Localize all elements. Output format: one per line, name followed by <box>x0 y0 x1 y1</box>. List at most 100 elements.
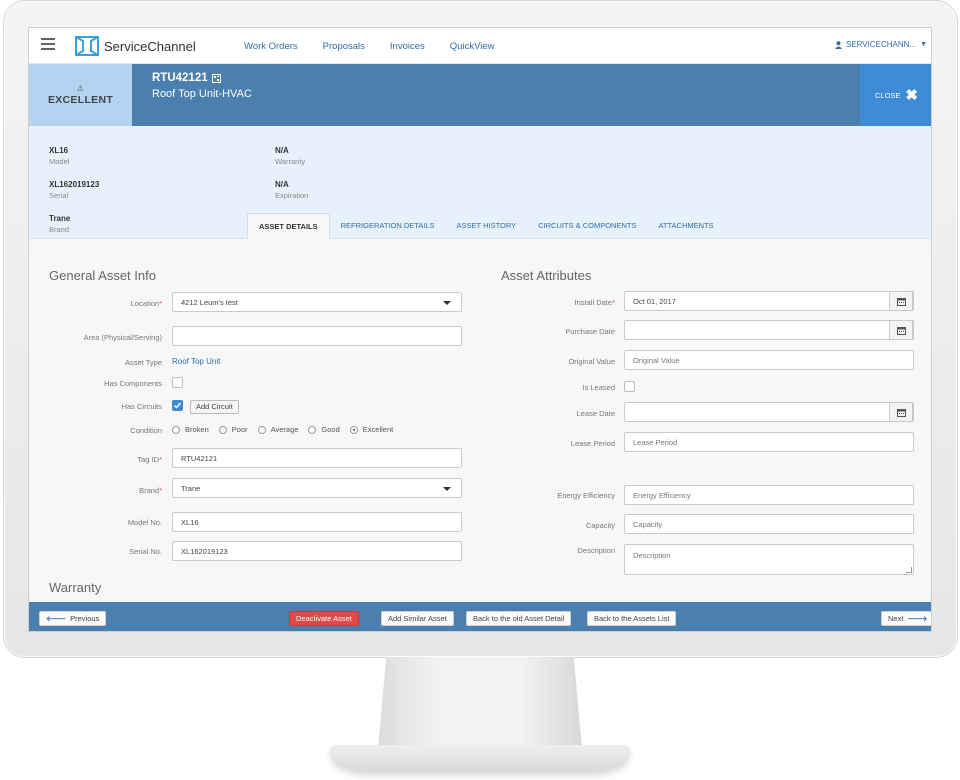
main-nav: Work Orders Proposals Invoices QuickView <box>244 28 519 64</box>
calendar-icon[interactable] <box>889 291 913 311</box>
description-textarea[interactable]: Description <box>624 544 914 575</box>
has-circuits-label: Has Circuits <box>121 402 162 411</box>
is-leased-checkbox[interactable] <box>624 381 635 392</box>
condition-option-label: Poor <box>231 425 248 434</box>
nav-work-orders[interactable]: Work Orders <box>244 41 298 52</box>
summary-warranty-value: N/A <box>275 146 289 155</box>
tab-asset-details[interactable]: ASSET DETAILS <box>247 213 330 239</box>
user-menu[interactable]: SERVICECHANN... ▼ <box>834 40 927 49</box>
location-label: Location* <box>49 299 162 308</box>
menu-icon[interactable] <box>41 38 55 50</box>
summary-brand-label: Brand <box>49 225 70 234</box>
back-to-old-asset-detail-button[interactable]: Back to the old Asset Detail <box>466 611 572 626</box>
condition-radio-broken[interactable] <box>172 425 180 434</box>
has-components-checkbox[interactable] <box>172 377 183 388</box>
caret-down-icon <box>443 301 451 305</box>
asset-type-label: Asset Type <box>125 358 162 367</box>
required-marker: * <box>159 455 162 464</box>
summary-warranty-label: Warranty <box>275 157 306 166</box>
area-label: Area (Physical/Serving) <box>83 333 162 342</box>
tag-id-input[interactable]: RTU42121 <box>172 448 462 468</box>
tag-id-label-text: Tag ID <box>137 455 160 464</box>
nav-invoices[interactable]: Invoices <box>390 41 425 52</box>
purchase-date-input[interactable] <box>624 320 914 340</box>
condition-radio-group: Broken Poor Average Good Excellent <box>172 425 403 434</box>
condition-radio-average[interactable] <box>257 425 266 434</box>
condition-radio-poor[interactable] <box>218 425 227 434</box>
brand-value: Trane <box>181 483 201 493</box>
asset-details-form: General Asset Info Location* 4212 Leum's… <box>29 240 931 602</box>
summary-brand: Trane Brand <box>49 214 70 234</box>
model-no-label: Model No. <box>127 518 162 527</box>
qr-code-icon[interactable] <box>211 73 221 83</box>
condition-radio-excellent[interactable] <box>349 425 358 434</box>
calendar-icon[interactable] <box>889 402 913 422</box>
nav-quickview[interactable]: QuickView <box>450 41 495 52</box>
location-select[interactable]: 4212 Leum's test <box>172 292 462 312</box>
install-date-label-text: Install Date <box>574 298 613 307</box>
original-value-input[interactable]: Original Value <box>624 350 914 370</box>
brand-label: Brand* <box>49 486 162 495</box>
warning-icon: ⚠ <box>76 84 85 93</box>
condition-option-label: Broken <box>185 425 209 434</box>
asset-tabs: ASSET DETAILS REFRIGERATION DETAILS ASSE… <box>247 213 725 239</box>
summary-model: XL16 Model <box>49 146 69 166</box>
capacity-input[interactable]: Capacity <box>624 514 914 534</box>
warranty-title: Warranty <box>49 580 102 595</box>
serial-no-input[interactable]: XL162019123 <box>172 541 462 561</box>
add-similar-asset-button[interactable]: Add Similar Asset <box>381 611 454 626</box>
energy-efficiency-input[interactable]: Energy Efficiency <box>624 485 914 505</box>
location-value: 4212 Leum's test <box>181 297 238 307</box>
asset-attributes-title: Asset Attributes <box>501 268 592 283</box>
nav-proposals[interactable]: Proposals <box>323 41 365 52</box>
is-leased-label: Is Leased <box>582 383 615 392</box>
arrow-right-icon: 🡒 <box>907 614 928 623</box>
condition-radio-good[interactable] <box>308 425 317 434</box>
required-marker: * <box>159 486 162 495</box>
asset-summary: XL16 Model XL162019123 Serial Trane Bran… <box>29 126 931 239</box>
capacity-label: Capacity <box>585 521 615 530</box>
install-date-value: Oct 01, 2017 <box>633 296 676 306</box>
caret-down-icon <box>443 487 451 491</box>
summary-serial-label: Serial <box>49 191 69 200</box>
brand-select[interactable]: Trane <box>172 478 462 498</box>
calendar-icon[interactable] <box>889 320 913 340</box>
summary-brand-value: Trane <box>49 214 71 223</box>
resize-handle-icon[interactable] <box>906 567 912 573</box>
description-placeholder: Description <box>633 551 671 560</box>
condition-option-label: Average <box>270 425 299 434</box>
area-input[interactable] <box>172 326 462 346</box>
previous-label: Previous <box>70 614 100 623</box>
lease-date-label: Lease Date <box>576 409 615 418</box>
tab-asset-history[interactable]: ASSET HISTORY <box>446 213 528 239</box>
model-no-input[interactable]: XL16 <box>172 512 462 532</box>
asset-type-link[interactable]: Roof Top Unit <box>172 357 220 366</box>
add-circuit-button[interactable]: Add Circuit <box>190 400 239 414</box>
tag-id-label: Tag ID* <box>49 455 162 464</box>
logo[interactable]: ServiceChannel <box>74 33 196 59</box>
summary-expiration: N/A Expiration <box>275 180 308 200</box>
description-label: Description <box>577 546 615 555</box>
asset-id-text: RTU42121 <box>152 72 208 84</box>
asset-id: RTU42121 <box>152 72 221 84</box>
back-to-assets-list-button[interactable]: Back to the Assets List <box>587 611 677 626</box>
summary-warranty: N/A Warranty <box>275 146 305 166</box>
lease-period-input[interactable]: Lease Period <box>624 432 914 452</box>
summary-expiration-value: N/A <box>275 180 289 189</box>
tab-circuits-components[interactable]: CIRCUITS & COMPONENTS <box>527 213 647 239</box>
energy-efficiency-label: Energy Efficiency <box>557 491 615 500</box>
install-date-input[interactable]: Oct 01, 2017 <box>624 291 914 311</box>
close-icon: ✖ <box>905 87 918 104</box>
tab-refrigeration-details[interactable]: REFRIGERATION DETAILS <box>330 213 446 239</box>
condition-option-label: Excellent <box>362 425 394 434</box>
previous-button[interactable]: 🡐 Previous <box>39 611 107 626</box>
deactivate-asset-button[interactable]: Deactivate Asset <box>289 611 359 626</box>
next-button[interactable]: Next 🡒 <box>881 611 931 626</box>
install-date-label: Install Date* <box>501 298 615 307</box>
lease-date-input[interactable] <box>624 402 914 422</box>
tab-attachments[interactable]: ATTACHMENTS <box>647 213 724 239</box>
asset-header: ⚠ EXCELLENT RTU42121 Roof Top Unit-HVAC … <box>29 64 931 126</box>
purchase-date-label: Purchase Date <box>565 327 615 336</box>
close-button[interactable]: CLOSE ✖ <box>860 64 931 126</box>
has-circuits-checkbox[interactable] <box>172 400 183 411</box>
